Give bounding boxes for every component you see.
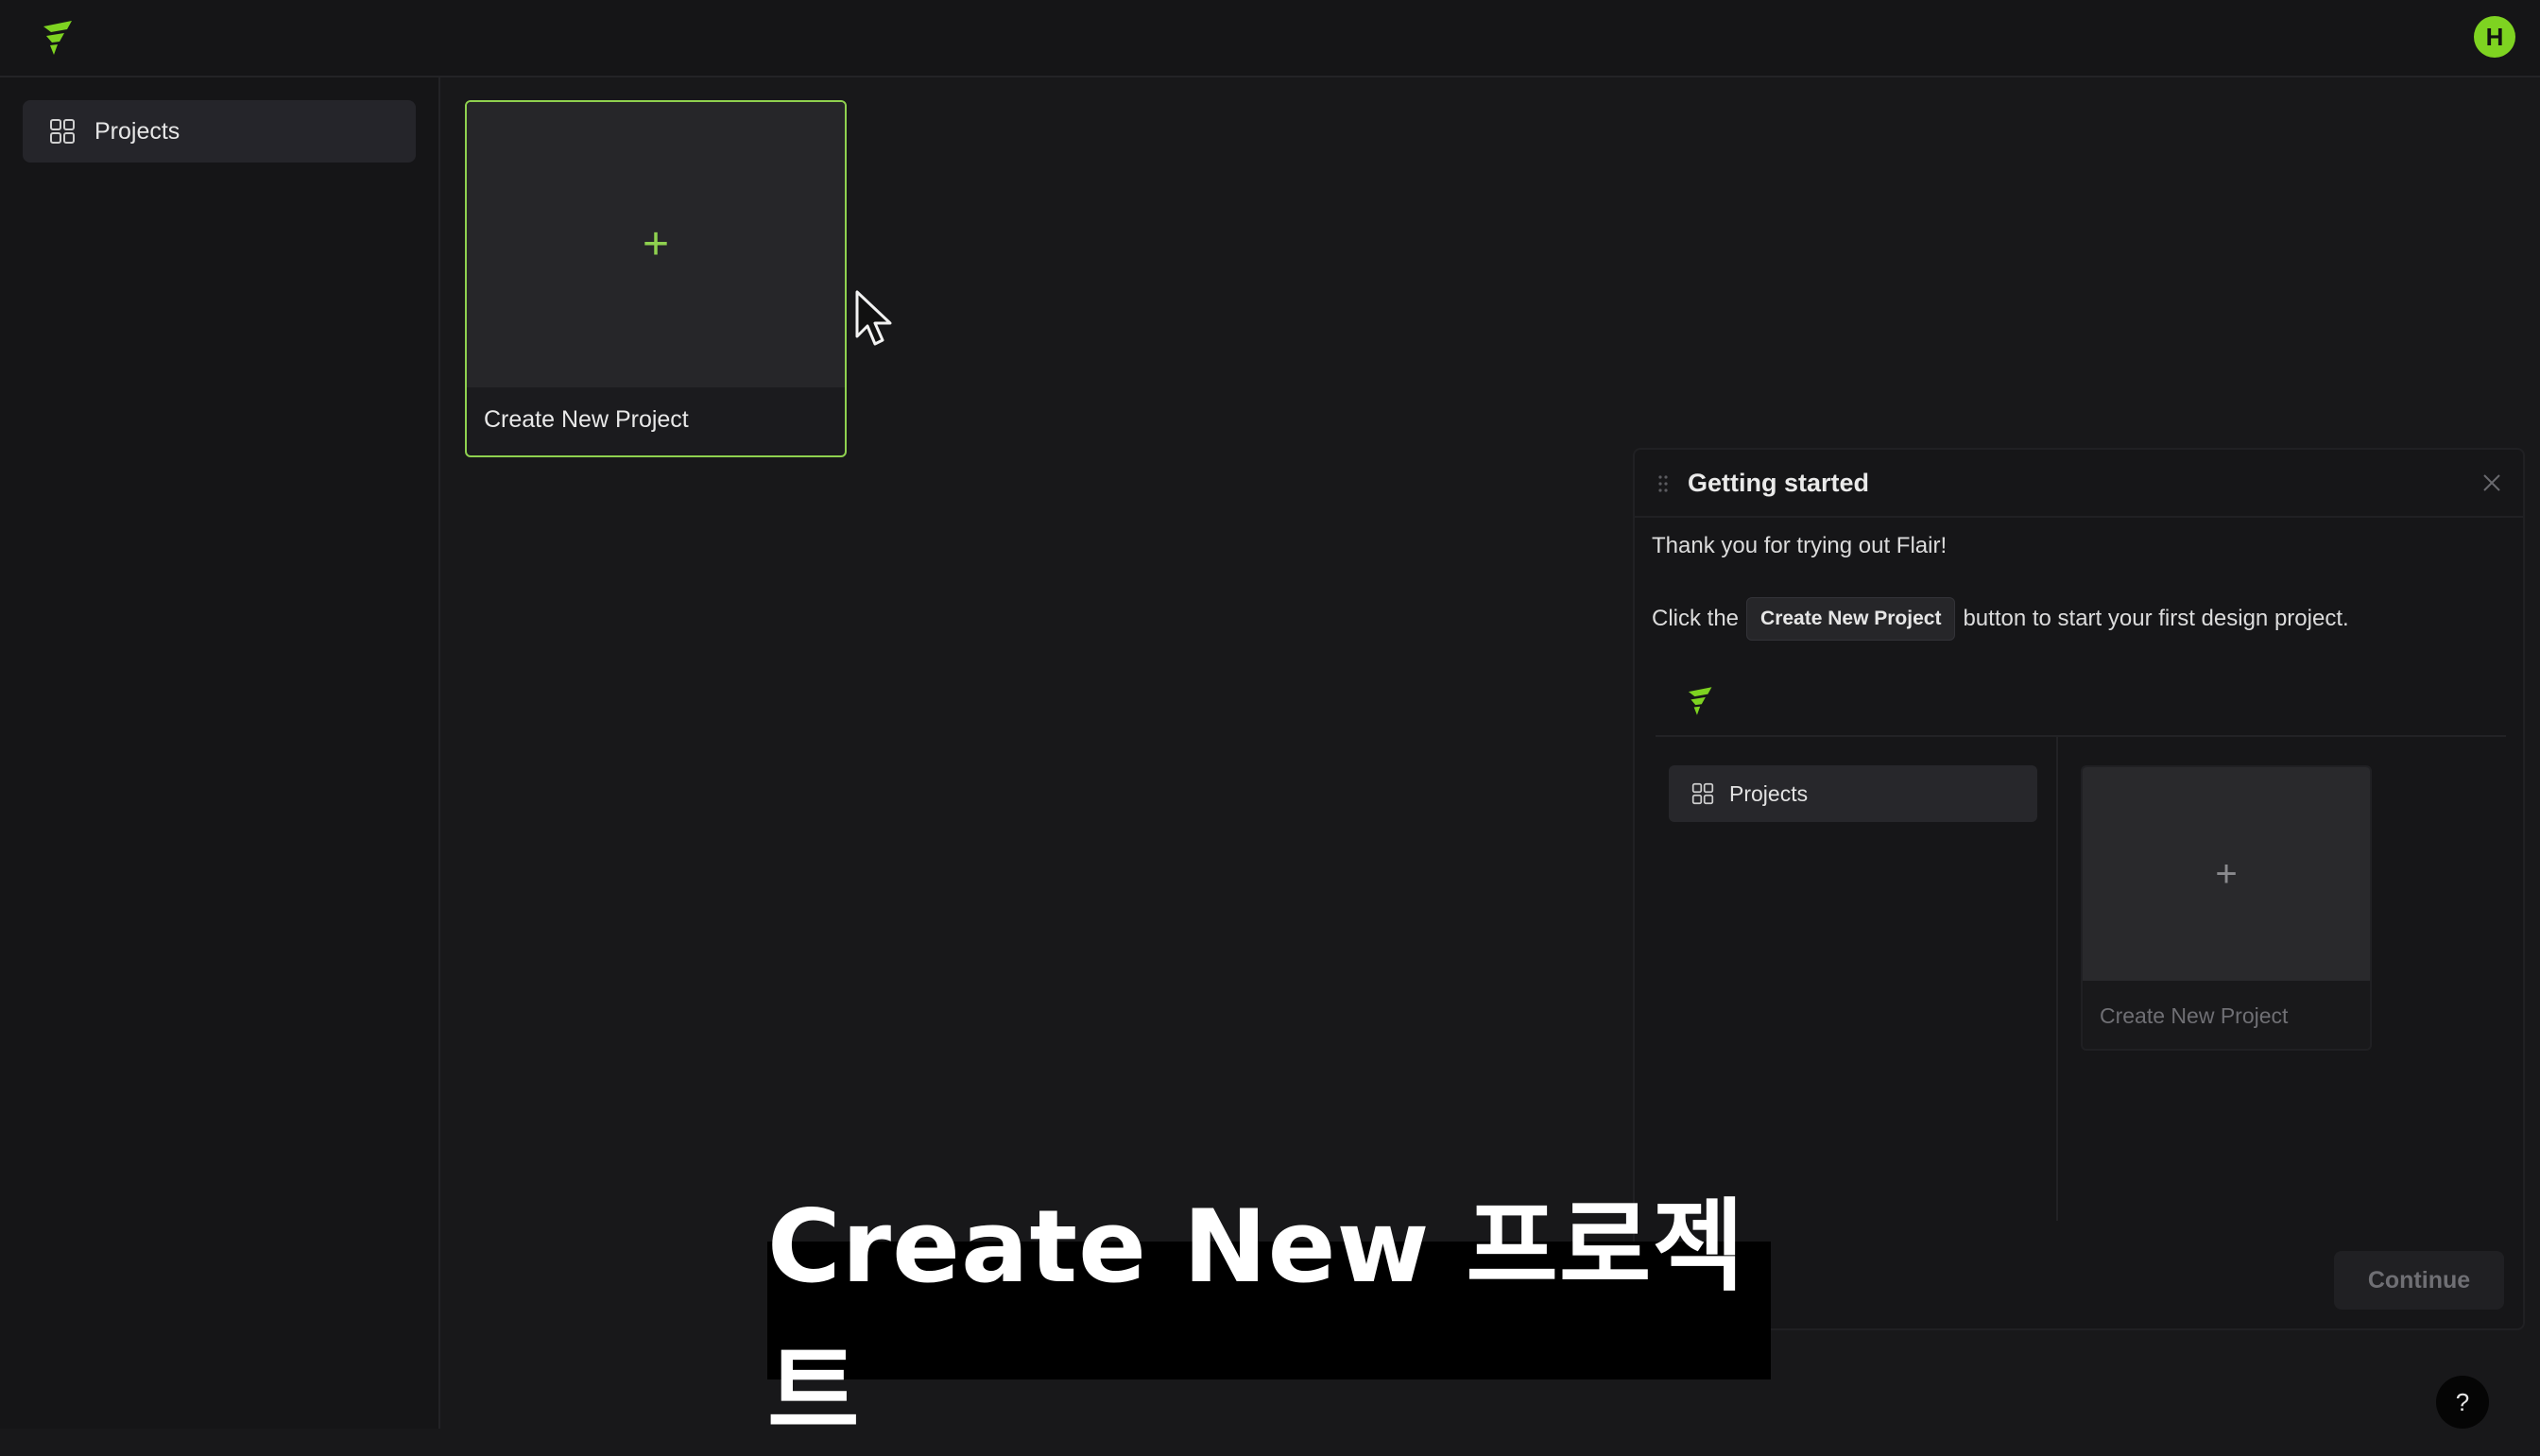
user-avatar[interactable]: H — [2474, 16, 2515, 58]
preview-divider — [1656, 735, 2506, 737]
flair-logo-icon — [1688, 687, 1712, 715]
sidebar-item-label: Projects — [94, 117, 180, 145]
preview-sidebar-item-projects: Projects — [1669, 765, 2037, 822]
close-icon[interactable] — [2481, 472, 2502, 493]
continue-button[interactable]: Continue — [2334, 1251, 2504, 1310]
video-caption: Create New 프로젝트 — [767, 1189, 1771, 1450]
sidebar: Projects — [0, 77, 440, 1429]
plus-icon: + — [642, 219, 670, 269]
card-title: Create New Project — [484, 406, 689, 433]
create-new-project-card[interactable]: + Create New Project — [465, 100, 847, 457]
plus-icon: + — [2215, 853, 2238, 895]
preview-card-thumbnail: + — [2083, 767, 2370, 981]
grid-icon — [1691, 782, 1714, 805]
preview-sidebar-divider — [2056, 737, 2058, 1221]
instruction-suffix: button to start your first design projec… — [1963, 606, 2349, 631]
preview-create-project-card: + Create New Project — [2081, 765, 2372, 1051]
preview-sidebar-label: Projects — [1729, 780, 1809, 806]
top-bar: H — [0, 0, 2540, 77]
flair-logo-icon[interactable] — [38, 17, 79, 59]
instruction-text: Click the Create New Project button to s… — [1652, 597, 2349, 641]
tutorial-preview: Projects + Create New Project — [1656, 659, 2506, 1221]
card-thumbnail: + — [467, 102, 845, 387]
caption-text: Create New 프로젝트 — [767, 1189, 1745, 1450]
grid-icon — [50, 119, 75, 144]
intro-text: Thank you for trying out Flair! — [1652, 533, 1948, 558]
sidebar-item-projects[interactable]: Projects — [23, 100, 416, 163]
preview-card-title: Create New Project — [2100, 1003, 2289, 1028]
mouse-cursor-icon — [855, 290, 892, 346]
help-button[interactable]: ? — [2436, 1376, 2489, 1429]
panel-header: Getting started — [1635, 450, 2523, 518]
drag-handle-icon[interactable] — [1657, 474, 1669, 493]
instruction-prefix: Click the — [1652, 606, 1740, 631]
create-new-project-chip: Create New Project — [1746, 597, 1956, 641]
panel-title: Getting started — [1688, 469, 1870, 497]
